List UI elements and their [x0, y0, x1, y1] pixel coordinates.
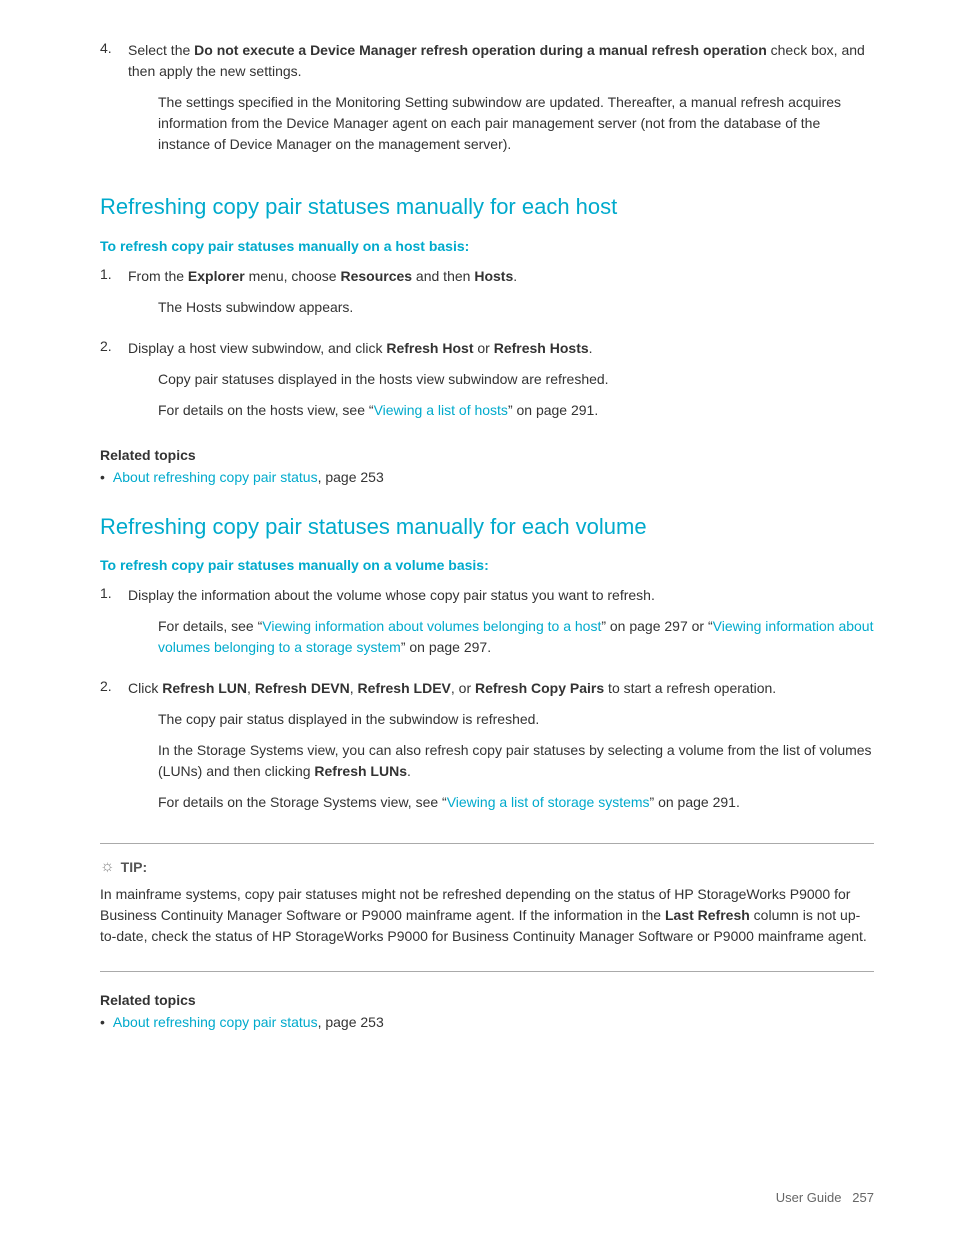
step1-bold2: Resources [340, 268, 412, 284]
intro-step4: 4. Select the Do not execute a Device Ma… [100, 40, 874, 165]
section1-about-link[interactable]: About refreshing copy pair status [113, 469, 318, 485]
s2i1-pre: The copy pair status displayed in the [158, 711, 385, 727]
section1-step1: 1. From the Explorer menu, choose Resour… [100, 266, 874, 328]
footer-page-num: 257 [852, 1190, 874, 1205]
s2step2-pre: Click [128, 680, 162, 696]
s2i3-pre: For details on the Storage Systems view,… [158, 794, 447, 810]
section1-step2-text: Display a host view subwindow, and click… [128, 338, 874, 359]
section2-step2-indent2: In the Storage Systems view, you can als… [158, 740, 874, 782]
tip-label-row: ☼ TIP: [100, 858, 874, 876]
s2step2-comma3: , or [451, 680, 475, 696]
s2step1-mid: ” on page 297 or “ [601, 618, 712, 634]
step2-pre: Display a host view subwindow, and click [128, 340, 386, 356]
step4-text: Select the Do not execute a Device Manag… [128, 40, 874, 82]
section2-step1-indent: For details, see “Viewing information ab… [158, 616, 874, 658]
s2i2-end: . [407, 763, 411, 779]
section1-step2-content: Display a host view subwindow, and click… [128, 338, 874, 431]
s2step1-end: ” on page 297. [401, 639, 491, 655]
step4-content: Select the Do not execute a Device Manag… [128, 40, 874, 165]
section2-step2-content: Click Refresh LUN, Refresh DEVN, Refresh… [128, 678, 874, 823]
viewing-hosts-link[interactable]: Viewing a list of hosts [374, 402, 508, 418]
section2-step1-num: 1. [100, 585, 128, 668]
s2step2-bold4: Refresh Copy Pairs [475, 680, 604, 696]
section2-step1: 1. Display the information about the vol… [100, 585, 874, 668]
section1-bullet1-content: About refreshing copy pair status, page … [113, 469, 384, 485]
section2-step1-content: Display the information about the volume… [128, 585, 874, 668]
step4-bold: Do not execute a Device Manager refresh … [194, 42, 767, 58]
step1-bold3: Hosts [474, 268, 513, 284]
section1-bullet-dot: • [100, 469, 105, 485]
section2-about-link[interactable]: About refreshing copy pair status [113, 1014, 318, 1030]
viewing-volumes-host-link[interactable]: Viewing information about volumes belong… [262, 618, 601, 634]
step1-mid2: and then [412, 268, 474, 284]
section1-heading: Refreshing copy pair statuses manually f… [100, 193, 874, 222]
section2-subheading: To refresh copy pair statuses manually o… [100, 557, 874, 573]
section1-step2-indent: Copy pair statuses displayed in the host… [158, 369, 874, 421]
step4-para: The settings specified in the Monitoring… [158, 92, 874, 155]
section1-step2-indent1: Copy pair statuses displayed in the host… [158, 369, 874, 390]
section2-step1-text: Display the information about the volume… [128, 585, 874, 606]
tip-bold: Last Refresh [665, 907, 750, 923]
section2-bullet-dot: • [100, 1014, 105, 1030]
s2step2-end: to start a refresh operation. [604, 680, 776, 696]
section2-heading: Refreshing copy pair statuses manually f… [100, 513, 874, 542]
s2step2-bold3: Refresh LDEV [358, 680, 451, 696]
section1-subheading: To refresh copy pair statuses manually o… [100, 238, 874, 254]
step2-bold1: Refresh Host [386, 340, 473, 356]
section1-step2-indent2: For details on the hosts view, see “View… [158, 400, 874, 421]
section2-step2-text: Click Refresh LUN, Refresh DEVN, Refresh… [128, 678, 874, 699]
section2-step1-indent-text: For details, see “Viewing information ab… [158, 616, 874, 658]
section1-bullet1: • About refreshing copy pair status, pag… [100, 469, 874, 485]
section1-step1-hosts-text: The Hosts subwindow appears. [158, 297, 874, 318]
section2-step2-indent1: The copy pair status displayed in the su… [158, 709, 874, 730]
section2-bullet1-page: , page 253 [318, 1014, 384, 1030]
section1-step1-text: From the Explorer menu, choose Resources… [128, 266, 874, 287]
tip-icon: ☼ [100, 858, 115, 876]
s2step2-bold2: Refresh DEVN [255, 680, 350, 696]
section1-bullet1-page: , page 253 [318, 469, 384, 485]
section2-step2-indent3: For details on the Storage Systems view,… [158, 792, 874, 813]
step4-indent: The settings specified in the Monitoring… [158, 92, 874, 155]
step1-mid: menu, choose [245, 268, 341, 284]
step2-bold2: Refresh Hosts [494, 340, 589, 356]
tip-label-text: TIP: [121, 859, 147, 875]
step2-indent2-end: ” on page 291. [508, 402, 598, 418]
step2-mid: or [473, 340, 493, 356]
s2step2-bold1: Refresh LUN [162, 680, 247, 696]
section2-bullet1-content: About refreshing copy pair status, page … [113, 1014, 384, 1030]
footer-label: User Guide [776, 1190, 842, 1205]
step1-end: . [513, 268, 517, 284]
step2-end: . [589, 340, 593, 356]
step4-number: 4. [100, 40, 128, 165]
s2step2-comma2: , [350, 680, 358, 696]
section2-step2-indent: The copy pair status displayed in the su… [158, 709, 874, 813]
section1-step1-content: From the Explorer menu, choose Resources… [128, 266, 874, 328]
section2-step2: 2. Click Refresh LUN, Refresh DEVN, Refr… [100, 678, 874, 823]
step1-bold1: Explorer [188, 268, 245, 284]
section1-related-topics-label: Related topics [100, 447, 874, 463]
page: 4. Select the Do not execute a Device Ma… [0, 0, 954, 1235]
s2step1-pre: For details, see “ [158, 618, 262, 634]
s2step2-comma1: , [247, 680, 255, 696]
footer: User Guide 257 [776, 1190, 874, 1205]
step2-indent2-pre: For details on the hosts view, see “ [158, 402, 374, 418]
tip-content: In mainframe systems, copy pair statuses… [100, 884, 874, 947]
section2-step2-num: 2. [100, 678, 128, 823]
section1-step1-indent: The Hosts subwindow appears. [158, 297, 874, 318]
section2-bullet1: • About refreshing copy pair status, pag… [100, 1014, 874, 1030]
section2-related-topics-label: Related topics [100, 992, 874, 1008]
section1-step1-num: 1. [100, 266, 128, 328]
step1-pre: From the [128, 268, 188, 284]
s2i2-bold: Refresh LUNs [314, 763, 407, 779]
tip-box: ☼ TIP: In mainframe systems, copy pair s… [100, 843, 874, 972]
section1-step2-num: 2. [100, 338, 128, 431]
s2i2-text: In the Storage Systems view, you can als… [158, 742, 872, 779]
s2i1-end: subwindow is refreshed. [389, 711, 539, 727]
viewing-storage-systems-link[interactable]: Viewing a list of storage systems [447, 794, 650, 810]
s2i3-end: ” on page 291. [650, 794, 740, 810]
section1-step2: 2. Display a host view subwindow, and cl… [100, 338, 874, 431]
